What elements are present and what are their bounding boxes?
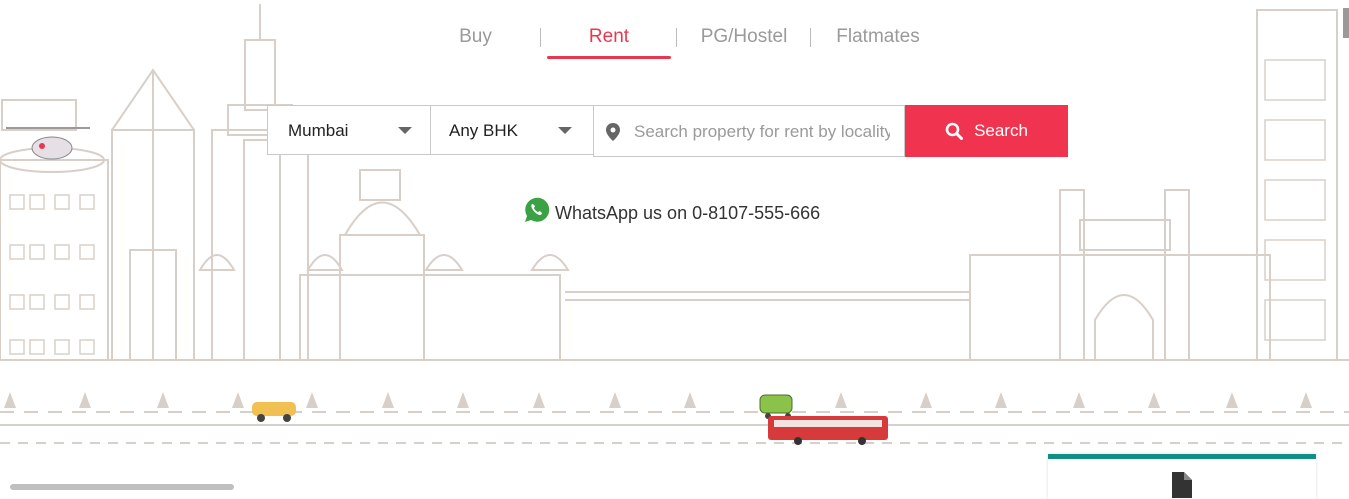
search-button[interactable]: Search (905, 105, 1068, 157)
tab-rent[interactable]: Rent (547, 20, 671, 59)
whatsapp-icon (525, 197, 550, 222)
side-card (1048, 454, 1316, 499)
bhk-select-value: Any BHK (449, 121, 518, 140)
tab-separator (810, 28, 811, 47)
bhk-select[interactable]: Any BHK (430, 105, 594, 155)
city-select[interactable]: Mumbai (267, 105, 431, 155)
city-select-value: Mumbai (288, 121, 349, 140)
search-button-label: Search (974, 121, 1028, 140)
bottom-panel-edge (10, 484, 234, 490)
locality-search-field[interactable] (593, 105, 905, 158)
locality-search-input[interactable] (632, 106, 892, 158)
city-skyline-illustration (0, 4, 1349, 445)
chevron-down-icon (398, 127, 412, 134)
tab-buy[interactable]: Buy (448, 20, 503, 56)
tab-separator (676, 28, 677, 47)
map-pin-icon (606, 123, 620, 141)
search-icon (945, 122, 964, 140)
tab-flatmates[interactable]: Flatmates (830, 20, 926, 56)
chevron-down-icon (558, 127, 572, 134)
document-icon (1172, 472, 1192, 498)
tab-separator (540, 28, 541, 47)
scrollbar[interactable] (1343, 8, 1349, 38)
whatsapp-text: WhatsApp us on 0-8107-555-666 (555, 203, 821, 223)
tab-pg-hostel[interactable]: PG/Hostel (696, 20, 792, 56)
